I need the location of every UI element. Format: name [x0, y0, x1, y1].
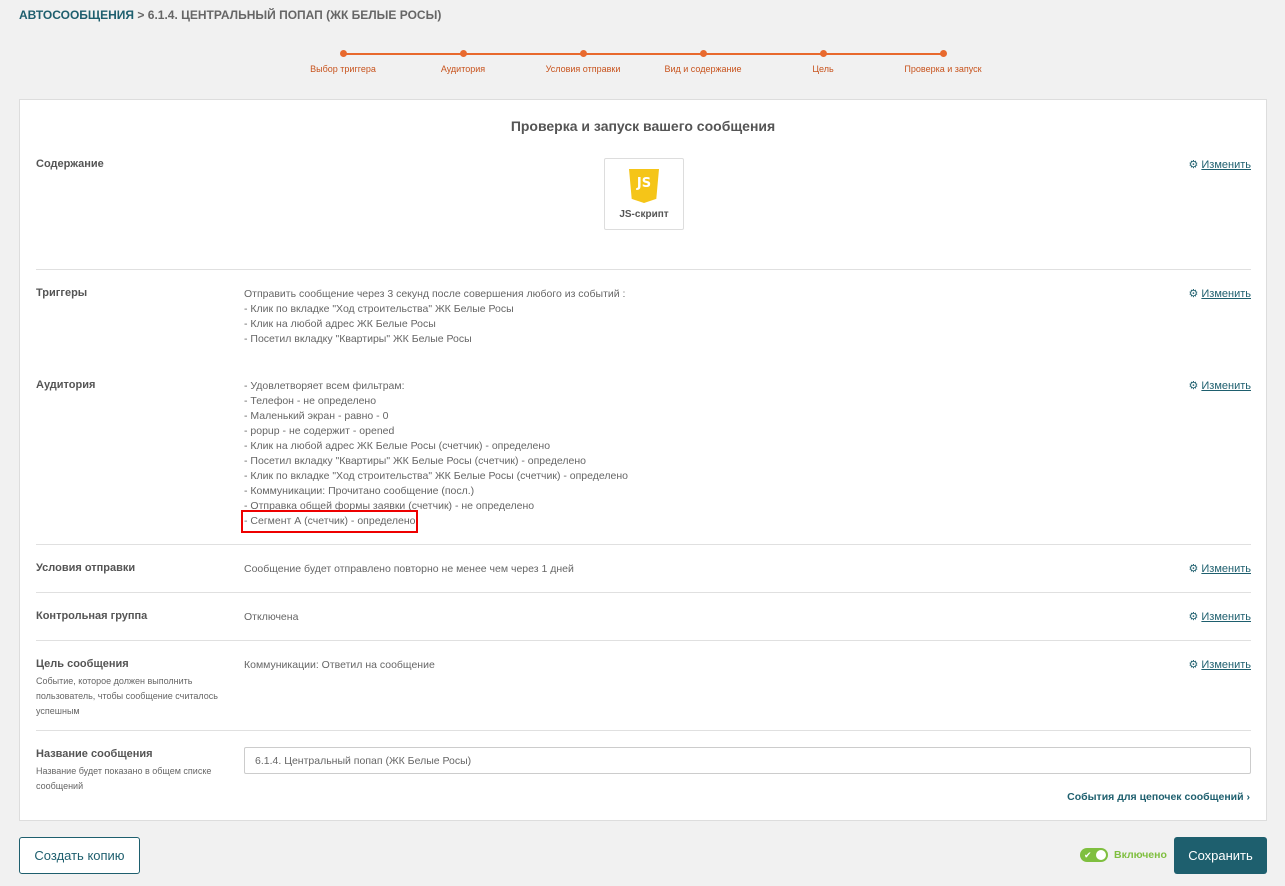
edit-triggers-link[interactable]: ⚙ Изменить — [1189, 287, 1252, 300]
divider — [36, 592, 1251, 593]
step-dot — [699, 50, 707, 57]
enabled-toggle[interactable]: ✔ — [1080, 848, 1108, 862]
row-label: Содержание — [36, 158, 104, 170]
edit-label: Изменить — [1201, 659, 1251, 671]
row-label: Цель сообщения — [36, 658, 129, 670]
audience-value: - Удовлетворяет всем фильтрам: - Телефон… — [244, 380, 628, 527]
step-dot — [459, 50, 467, 57]
edit-send-conditions-link[interactable]: ⚙ Изменить — [1189, 562, 1252, 575]
wizard-stepper: Выбор триггера Аудитория Условия отправк… — [300, 44, 1000, 84]
message-name-input[interactable] — [244, 747, 1251, 774]
breadcrumb-current: 6.1.4. ЦЕНТРАЛЬНЫЙ ПОПАП (ЖК БЕЛЫЕ РОСЫ) — [147, 8, 442, 22]
gear-icon: ⚙ — [1188, 659, 1199, 671]
gear-icon: ⚙ — [1188, 288, 1199, 300]
step-label: Условия отправки — [545, 64, 621, 74]
edit-audience-link[interactable]: ⚙ Изменить — [1189, 379, 1252, 392]
js-shield-icon: JS — [629, 169, 659, 203]
js-script-tile[interactable]: JS JS-скрипт — [604, 158, 684, 230]
row-label: Название сообщения — [36, 748, 153, 760]
divider — [36, 544, 1251, 545]
breadcrumb: АВТОСООБЩЕНИЯ > 6.1.4. ЦЕНТРАЛЬНЫЙ ПОПАП… — [19, 8, 441, 22]
step-view-content[interactable]: Вид и содержание — [643, 50, 763, 74]
row-label: Триггеры — [36, 287, 88, 299]
edit-label: Изменить — [1201, 288, 1251, 300]
step-dot — [339, 50, 347, 57]
gear-icon: ⚙ — [1188, 563, 1199, 575]
divider — [36, 730, 1251, 731]
divider — [36, 640, 1251, 641]
row-label: Контрольная группа — [36, 610, 148, 622]
step-label: Выбор триггера — [310, 64, 376, 74]
name-subtitle: Название будет показано в общем списке с… — [36, 766, 212, 791]
step-send-conditions[interactable]: Условия отправки — [523, 50, 643, 74]
step-review-launch[interactable]: Проверка и запуск — [883, 50, 1003, 74]
step-label: Вид и содержание — [664, 64, 742, 74]
divider — [36, 269, 1251, 270]
step-label: Проверка и запуск — [904, 64, 982, 74]
gear-icon: ⚙ — [1188, 380, 1199, 392]
step-dot — [819, 50, 827, 57]
step-trigger[interactable]: Выбор триггера — [283, 50, 403, 74]
row-label: Условия отправки — [36, 562, 136, 574]
breadcrumb-root-link[interactable]: АВТОСООБЩЕНИЯ — [19, 8, 134, 22]
gear-icon: ⚙ — [1188, 159, 1199, 171]
breadcrumb-separator: > — [137, 8, 145, 22]
step-label: Цель — [812, 64, 834, 74]
gear-icon: ⚙ — [1188, 611, 1199, 623]
edit-content-link[interactable]: ⚙ Изменить — [1189, 158, 1252, 171]
edit-control-group-link[interactable]: ⚙ Изменить — [1189, 610, 1252, 623]
edit-goal-link[interactable]: ⚙ Изменить — [1189, 658, 1252, 671]
toggle-label: Включено — [1114, 849, 1167, 861]
step-dot — [579, 50, 587, 57]
edit-label: Изменить — [1201, 159, 1251, 171]
goal-subtitle: Событие, которое должен выполнить пользо… — [36, 676, 218, 716]
save-button[interactable]: Сохранить — [1174, 837, 1267, 874]
step-dot — [939, 50, 947, 57]
step-goal[interactable]: Цель — [763, 50, 883, 74]
create-copy-button[interactable]: Создать копию — [19, 837, 140, 874]
edit-label: Изменить — [1201, 611, 1251, 623]
step-label: Аудитория — [440, 64, 486, 74]
send-conditions-value: Сообщение будет отправлено повторно не м… — [244, 563, 574, 575]
review-card: Проверка и запуск вашего сообщения Содер… — [19, 99, 1267, 821]
goal-value: Коммуникации: Ответил на сообщение — [244, 659, 435, 671]
control-group-value: Отключена — [244, 611, 299, 623]
highlight-box — [241, 510, 418, 533]
edit-label: Изменить — [1201, 563, 1251, 575]
step-audience[interactable]: Аудитория — [403, 50, 523, 74]
edit-label: Изменить — [1201, 380, 1251, 392]
check-icon: ✔ — [1084, 850, 1092, 860]
card-title: Проверка и запуск вашего сообщения — [510, 118, 776, 134]
chain-events-link[interactable]: События для цепочек сообщений › — [1067, 791, 1250, 803]
triggers-value: Отправить сообщение через 3 секунд после… — [244, 288, 626, 345]
js-tile-label: JS-скрипт — [619, 209, 669, 220]
toggle-knob — [1096, 850, 1106, 860]
row-label: Аудитория — [36, 379, 96, 391]
